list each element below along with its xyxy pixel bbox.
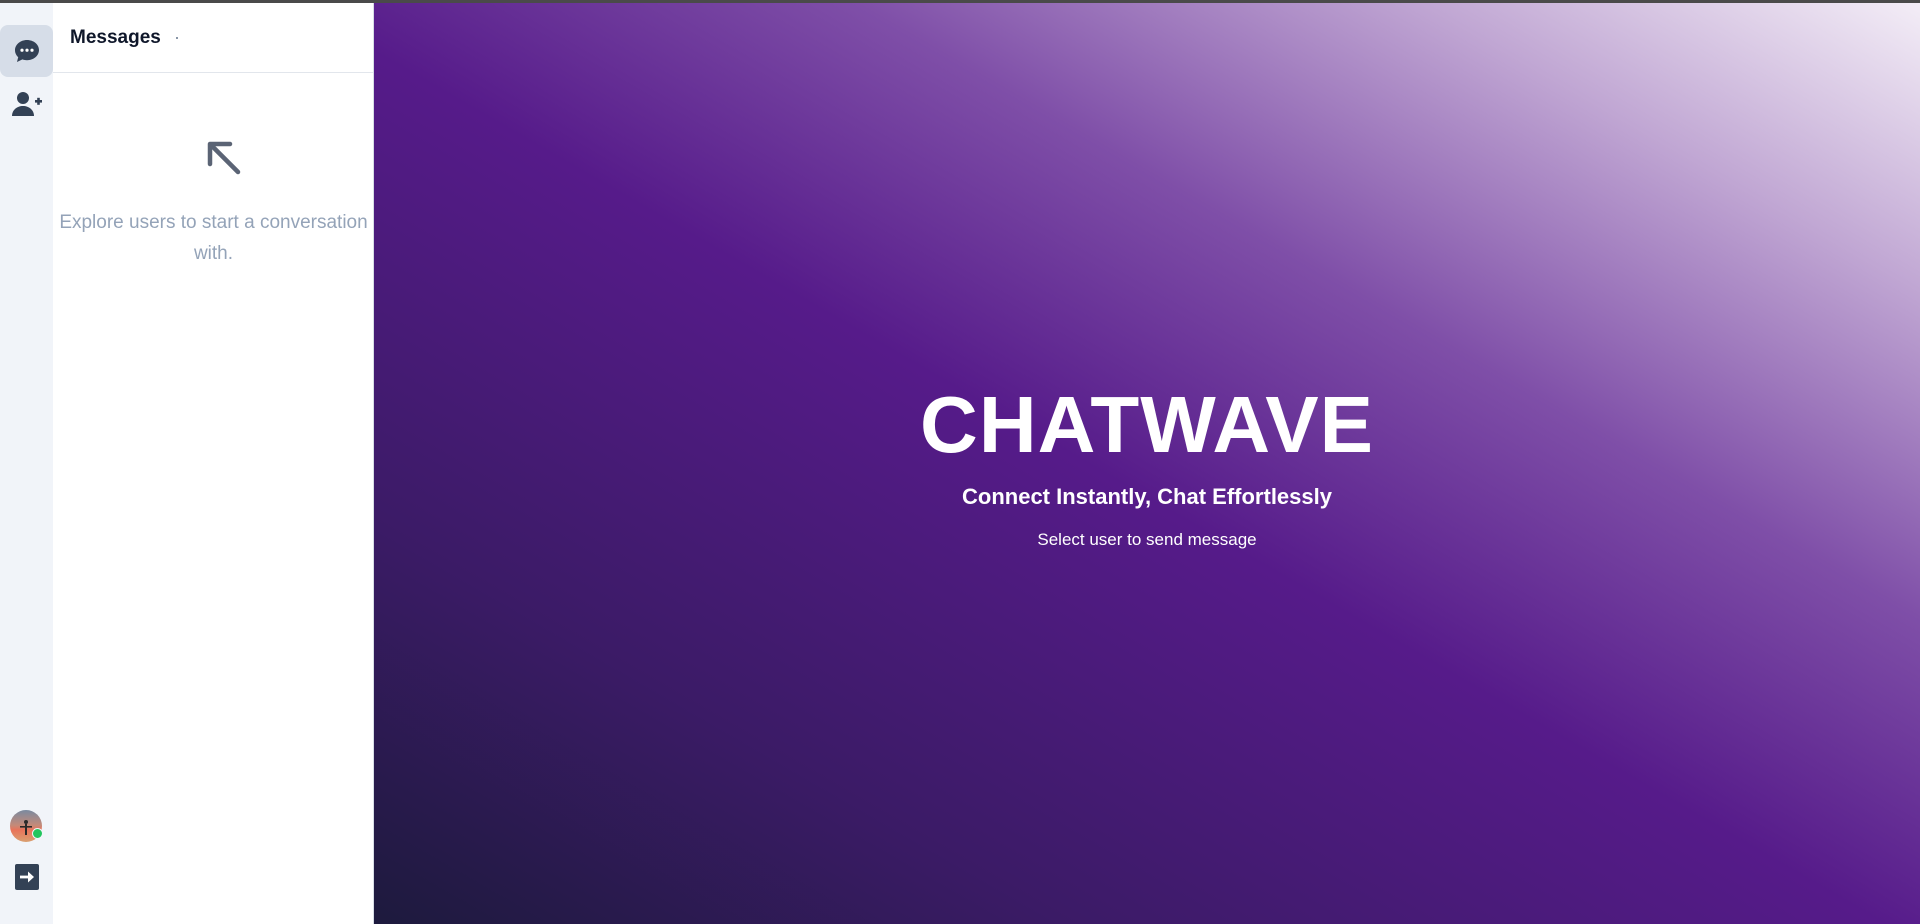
add-user-nav-button[interactable] — [0, 78, 53, 130]
chat-bubble-icon — [14, 40, 39, 62]
welcome-hero: CHATWAVE Connect Instantly, Chat Effortl… — [374, 0, 1920, 924]
select-user-hint: Select user to send message — [1037, 530, 1257, 549]
icon-sidebar — [0, 0, 53, 924]
app-window: Messages Explore users to start a conver… — [0, 0, 1920, 924]
hero-content: CHATWAVE Connect Instantly, Chat Effortl… — [374, 380, 1920, 550]
online-status-dot — [32, 828, 43, 839]
messages-panel: Messages Explore users to start a conver… — [53, 0, 374, 924]
messages-header: Messages — [53, 0, 373, 73]
arrow-up-left-icon — [207, 141, 241, 175]
empty-state-text: Explore users to start a conversation wi… — [59, 212, 368, 264]
logout-button[interactable] — [0, 851, 53, 903]
logout-icon — [14, 864, 39, 890]
app-title: CHATWAVE — [920, 380, 1374, 469]
messages-title: Messages — [70, 27, 161, 48]
add-user-icon — [11, 92, 42, 116]
person-silhouette-icon — [20, 820, 32, 835]
header-dot — [176, 37, 178, 39]
chats-nav-button[interactable] — [0, 25, 53, 77]
app-tagline: Connect Instantly, Chat Effortlessly — [962, 484, 1332, 509]
top-border — [0, 0, 1920, 3]
